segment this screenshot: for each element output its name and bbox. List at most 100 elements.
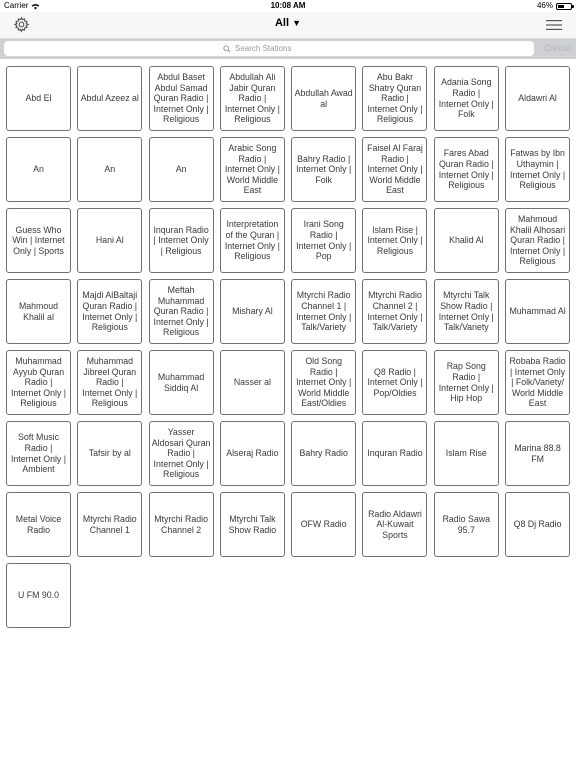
station-label: Mtyrchi Radio Channel 1 | Internet Only … bbox=[296, 290, 352, 333]
station-label: Arabic Song Radio | Internet Only | Worl… bbox=[224, 143, 280, 196]
station-tile[interactable]: Abu Bakr Shatry Quran Radio | Internet O… bbox=[362, 66, 428, 131]
station-tile[interactable]: Tafsir by al bbox=[77, 421, 143, 486]
search-field-container[interactable] bbox=[4, 41, 534, 56]
station-label: Fatwas by Ibn Uthaymin | Internet Only |… bbox=[510, 148, 566, 191]
station-tile[interactable]: Guess Who Win | Internet Only | Sports bbox=[6, 208, 71, 273]
status-right: 46% bbox=[537, 0, 574, 12]
station-label: Abdullah Awad al bbox=[294, 87, 353, 109]
station-tile[interactable]: Mtyrchi Talk Show Radio bbox=[219, 492, 285, 557]
station-tile[interactable]: Irani Song Radio | Internet Only | Pop bbox=[291, 208, 357, 273]
station-tile[interactable]: U FM 90.0 bbox=[6, 563, 71, 628]
station-label: Mishary Al bbox=[232, 306, 273, 317]
station-tile[interactable]: Yasser Aldosari Quran Radio | Internet O… bbox=[148, 421, 214, 486]
station-tile[interactable]: Mtyrchi Radio Channel 2 bbox=[148, 492, 214, 557]
station-tile[interactable]: Muhammad Al bbox=[505, 279, 571, 344]
hamburger-menu-icon[interactable] bbox=[546, 19, 562, 31]
station-tile[interactable]: Faisel Al Faraj Radio | Internet Only | … bbox=[362, 137, 428, 202]
station-label: Radio Aldawri Al-Kuwait Sports bbox=[368, 508, 422, 540]
station-label: Rap Song Radio | Internet Only | Hip Hop bbox=[438, 361, 494, 404]
station-tile[interactable]: Abdullah Awad al bbox=[291, 66, 357, 131]
station-tile[interactable]: Q8 Dj Radio bbox=[505, 492, 571, 557]
station-tile[interactable]: Marina 88.8 FM bbox=[505, 421, 571, 486]
station-tile[interactable]: Mtyrchi Talk Show Radio | Internet Only … bbox=[433, 279, 499, 344]
station-tile[interactable]: Abdul Azeez al bbox=[77, 66, 143, 131]
station-label: Mtyrchi Radio Channel 2 bbox=[154, 513, 208, 535]
station-label: Soft Music Radio | Internet Only | Ambie… bbox=[10, 432, 67, 475]
station-tile[interactable]: Abdullah Ali Jabir Quran Radio | Interne… bbox=[219, 66, 285, 131]
station-label: Inquran Radio | Internet Only | Religiou… bbox=[153, 224, 209, 256]
station-tile[interactable]: Adania Song Radio | Internet Only | Folk bbox=[433, 66, 499, 131]
station-label: Muhammad Ayyub Quran Radio | Internet On… bbox=[10, 356, 67, 409]
station-tile[interactable]: Mtyrchi Radio Channel 1 | Internet Only … bbox=[291, 279, 357, 344]
search-input[interactable] bbox=[235, 44, 315, 53]
station-tile[interactable]: Muhammad Siddiq Al bbox=[148, 350, 214, 415]
station-tile[interactable]: Mtyrchi Radio Channel 2 | Internet Only … bbox=[362, 279, 428, 344]
search-icon bbox=[223, 44, 231, 53]
station-label: Mahmoud Khalil al bbox=[18, 300, 59, 322]
station-tile[interactable]: Hani Al bbox=[77, 208, 143, 273]
station-tile[interactable]: Mishary Al bbox=[219, 279, 285, 344]
station-tile[interactable]: Fares Abad Quran Radio | Internet Only |… bbox=[433, 137, 499, 202]
station-label: Meftah Muhammad Quran Radio | Internet O… bbox=[153, 285, 209, 338]
station-tile[interactable]: Mahmoud Khalil Alhosari Quran Radio | In… bbox=[505, 208, 571, 273]
station-tile[interactable]: Mtyrchi Radio Channel 1 bbox=[77, 492, 143, 557]
station-tile[interactable]: Islam Rise bbox=[433, 421, 499, 486]
navigation-bar: All ▼ bbox=[0, 12, 576, 39]
station-tile[interactable]: Radio Sawa 95.7 bbox=[433, 492, 499, 557]
station-label: Islam Rise | Internet Only | Religious bbox=[367, 224, 423, 256]
station-tile[interactable]: Khalid Al bbox=[433, 208, 499, 273]
station-label: Old Song Radio | Internet Only | World M… bbox=[296, 356, 352, 409]
station-label: Q8 Radio | Internet Only | Pop/Oldies bbox=[367, 366, 423, 398]
battery-fill bbox=[558, 4, 564, 8]
station-tile[interactable]: Old Song Radio | Internet Only | World M… bbox=[291, 350, 357, 415]
station-tile[interactable]: Aldawri Al bbox=[505, 66, 571, 131]
station-tile[interactable]: Majdi AlBaltaji Quran Radio | Internet O… bbox=[77, 279, 143, 344]
station-tile[interactable]: Radio Aldawri Al-Kuwait Sports bbox=[362, 492, 428, 557]
station-label: Radio Sawa 95.7 bbox=[442, 513, 490, 535]
station-label: Tafsir by al bbox=[88, 448, 131, 459]
station-tile[interactable]: An bbox=[77, 137, 143, 202]
station-tile[interactable]: Q8 Radio | Internet Only | Pop/Oldies bbox=[362, 350, 428, 415]
station-tile[interactable]: Metal Voice Radio bbox=[6, 492, 71, 557]
station-tile[interactable]: Muhammad Jibreel Quran Radio | Internet … bbox=[77, 350, 143, 415]
station-tile[interactable]: Bahry Radio | Internet Only | Folk bbox=[291, 137, 357, 202]
station-label: Mtyrchi Radio Channel 1 bbox=[82, 513, 137, 535]
station-tile[interactable]: Mahmoud Khalil al bbox=[6, 279, 71, 344]
station-label: Robaba Radio | Internet Only | Folk/Vari… bbox=[509, 356, 566, 409]
station-label: An bbox=[104, 164, 116, 175]
station-tile[interactable]: Interpretation of the Quran | Internet O… bbox=[219, 208, 285, 273]
station-tile[interactable]: Alseraj Radio bbox=[219, 421, 285, 486]
station-label: Hani Al bbox=[95, 235, 124, 246]
station-tile[interactable]: Robaba Radio | Internet Only | Folk/Vari… bbox=[505, 350, 571, 415]
station-label: Bahry Radio | Internet Only | Folk bbox=[296, 153, 352, 185]
station-label: Fares Abad Quran Radio | Internet Only |… bbox=[438, 148, 494, 191]
station-label: Faisel Al Faraj Radio | Internet Only | … bbox=[367, 143, 423, 196]
station-tile[interactable]: Rap Song Radio | Internet Only | Hip Hop bbox=[433, 350, 499, 415]
station-label: Metal Voice Radio bbox=[15, 513, 62, 535]
station-tile[interactable]: Muhammad Ayyub Quran Radio | Internet On… bbox=[6, 350, 71, 415]
cancel-button[interactable]: Cancel bbox=[544, 43, 572, 53]
station-tile[interactable]: Nasser al bbox=[219, 350, 285, 415]
station-label: Mtyrchi Radio Channel 2 | Internet Only … bbox=[367, 290, 423, 333]
station-tile[interactable]: Inquran Radio bbox=[362, 421, 428, 486]
status-time: 10:08 AM bbox=[270, 1, 306, 10]
battery-icon bbox=[556, 2, 574, 10]
station-tile[interactable]: Abd El bbox=[6, 66, 71, 131]
station-tile[interactable]: Inquran Radio | Internet Only | Religiou… bbox=[148, 208, 214, 273]
station-tile[interactable]: Fatwas by Ibn Uthaymin | Internet Only |… bbox=[505, 137, 571, 202]
station-label: Mtyrchi Talk Show Radio bbox=[228, 513, 277, 535]
station-tile[interactable]: Bahry Radio bbox=[291, 421, 357, 486]
station-tile[interactable]: OFW Radio bbox=[291, 492, 357, 557]
station-tile[interactable]: Abdul Baset Abdul Samad Quran Radio | In… bbox=[148, 66, 214, 131]
station-tile[interactable]: An bbox=[148, 137, 214, 202]
station-tile[interactable]: Arabic Song Radio | Internet Only | Worl… bbox=[219, 137, 285, 202]
station-tile[interactable]: An bbox=[6, 137, 71, 202]
station-tile[interactable]: Islam Rise | Internet Only | Religious bbox=[362, 208, 428, 273]
search-bar: Cancel bbox=[0, 39, 576, 59]
station-tile[interactable]: Soft Music Radio | Internet Only | Ambie… bbox=[6, 421, 71, 486]
category-filter-title[interactable]: All ▼ bbox=[0, 17, 576, 29]
station-tile[interactable]: Meftah Muhammad Quran Radio | Internet O… bbox=[148, 279, 214, 344]
station-label: OFW Radio bbox=[300, 519, 347, 530]
station-label: Mtyrchi Talk Show Radio | Internet Only … bbox=[438, 290, 494, 333]
station-label: Interpretation of the Quran | Internet O… bbox=[224, 219, 280, 262]
